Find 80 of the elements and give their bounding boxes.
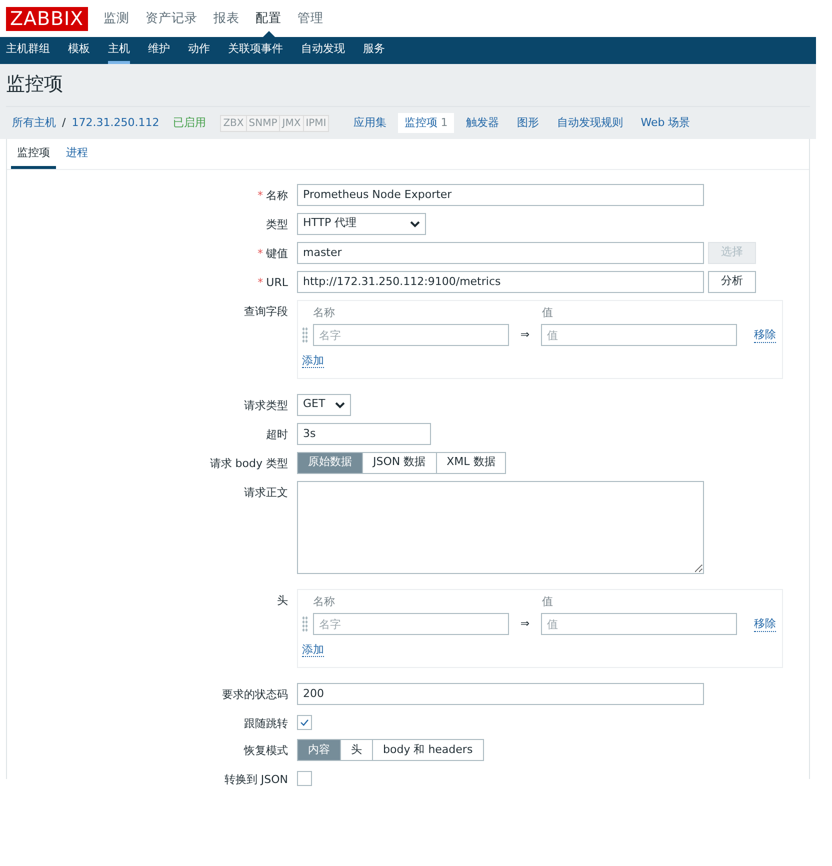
submenu-tab[interactable]: 模板 (68, 37, 90, 64)
chevron-down-icon (335, 400, 345, 408)
select-dropdown[interactable]: HTTP 代理 (297, 212, 426, 234)
host-tab[interactable]: 自动发现规则 (550, 112, 629, 134)
text-area[interactable] (297, 480, 704, 574)
breadcrumb-link[interactable]: 所有主机 (12, 114, 56, 132)
input-field[interactable]: 值 (541, 324, 737, 346)
submenu-tab[interactable]: 维护 (148, 37, 170, 64)
add-link[interactable]: 添加 (302, 643, 324, 657)
segmented-option[interactable]: JSON 数据 (363, 452, 437, 474)
field-label: 转换到 JSON (223, 772, 289, 788)
field-label: * URL (256, 274, 289, 290)
submenu-tab[interactable]: 关联项事件 (228, 37, 283, 64)
submenu-tab[interactable]: 动作 (188, 37, 210, 64)
availability-tag: JMX (279, 116, 303, 130)
host-tab[interactable]: 图形 (510, 112, 545, 134)
input-field[interactable]: 名字 (313, 324, 509, 346)
availability-tag: SNMP (246, 116, 280, 130)
field-label: 类型 (265, 216, 289, 232)
remove-link[interactable]: 移除 (754, 616, 776, 632)
input-field[interactable]: Prometheus Node Exporter (297, 184, 704, 206)
input-field[interactable]: 名字 (313, 613, 509, 635)
host-tab[interactable]: 监控项 1 (398, 112, 454, 134)
required-mark: * (258, 188, 263, 202)
segmented-option[interactable]: 头 (341, 739, 373, 761)
menu-tab[interactable]: 管理 (298, 0, 324, 37)
breadcrumb-link[interactable]: 172.31.250.112 (72, 114, 160, 132)
field-label: 请求类型 (243, 398, 289, 414)
form-tab[interactable]: 监控项 (11, 145, 56, 168)
submenu-tab[interactable]: 自动发现 (301, 37, 345, 64)
add-link[interactable]: 添加 (302, 354, 324, 368)
field-label: 恢复模式 (242, 743, 289, 759)
required-mark: * (258, 246, 263, 260)
menu-tab[interactable]: 资产记录 (146, 0, 198, 37)
form-tab[interactable]: 进程 (60, 145, 94, 168)
checkmark-icon (300, 718, 309, 726)
input-field[interactable]: 3s (297, 422, 431, 444)
segmented-option[interactable]: XML 数据 (436, 452, 506, 474)
status-text: 已启用 (173, 114, 206, 131)
arrow-text: ⇒ (519, 616, 531, 632)
field-label: 跟随跳转 (243, 716, 289, 732)
field-label: * 键值 (256, 246, 289, 262)
column-header: 名称 (313, 304, 336, 320)
field-label: 查询字段 (243, 304, 289, 320)
column-header: 值 (542, 594, 553, 610)
logo[interactable]: ZABBIX (6, 6, 88, 30)
select-dropdown[interactable]: GET (297, 394, 351, 416)
form-button[interactable]: 分析 (708, 270, 756, 292)
availability-tag: ZBX (221, 116, 246, 130)
field-label: 请求正文 (243, 484, 289, 500)
page-title: 监控项 (6, 72, 810, 107)
field-label: * 名称 (256, 188, 289, 204)
arrow-text: ⇒ (519, 326, 531, 343)
host-tab[interactable]: Web 场景 (634, 112, 696, 134)
menu-tab[interactable]: 报表 (214, 0, 240, 37)
field-label: 要求的状态码 (221, 686, 289, 702)
submenu-tab[interactable]: 服务 (363, 37, 385, 64)
column-header: 值 (542, 304, 553, 320)
field-label: 超时 (265, 426, 289, 442)
field-label: 头 (276, 592, 289, 608)
column-header: 名称 (313, 594, 336, 610)
host-tab[interactable]: 应用集 (347, 112, 392, 134)
menu-tab[interactable]: 监测 (104, 0, 130, 37)
input-field[interactable]: http://172.31.250.112:9100/metrics (297, 270, 704, 292)
drag-handle-icon[interactable] (302, 616, 308, 632)
chevron-down-icon (410, 220, 420, 228)
breadcrumb-separator: / (62, 114, 66, 131)
segmented-option[interactable]: body 和 headers (373, 739, 484, 761)
remove-link[interactable]: 移除 (754, 328, 776, 342)
input-field[interactable]: 值 (541, 613, 737, 635)
host-tab[interactable]: 触发器 (460, 112, 505, 134)
drag-handle-icon[interactable] (302, 327, 308, 343)
checkbox[interactable] (297, 714, 312, 730)
checkbox[interactable] (297, 771, 312, 786)
availability-tag: IPMI (302, 116, 328, 130)
submenu-tab[interactable]: 主机群组 (6, 37, 50, 64)
field-label: 请求 body 类型 (208, 456, 289, 472)
input-field[interactable]: 200 (297, 682, 704, 704)
required-mark: * (258, 276, 264, 288)
input-field[interactable]: master (297, 242, 704, 264)
